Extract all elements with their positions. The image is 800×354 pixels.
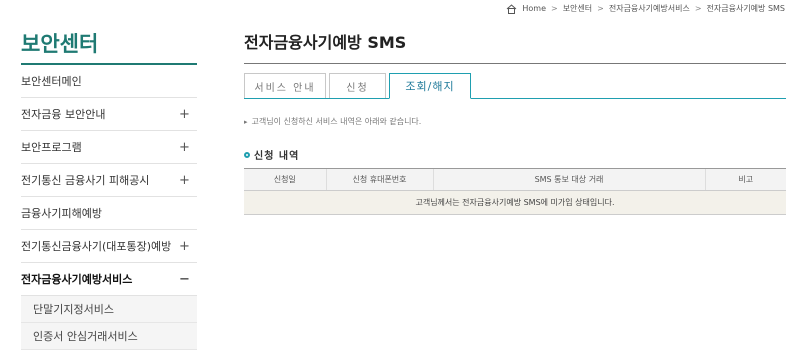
expand-icon[interactable]: + <box>179 239 190 254</box>
sidebar-submenu: 단말기지정서비스 인증서 안심거래서비스 <box>21 296 197 350</box>
application-table: 신청일 신청 휴대폰번호 SMS 통보 대상 거래 비고 고객님께서는 전자금융… <box>244 168 786 215</box>
tab-inquiry-cancel[interactable]: 조회/해지 <box>389 73 471 99</box>
breadcrumb-item-security-center[interactable]: 보안센터 <box>563 3 592 14</box>
column-header-note: 비고 <box>704 168 786 191</box>
sidebar-item-label: 전기통신 금융사기 피해공시 <box>21 174 150 187</box>
table-header-row: 신청일 신청 휴대폰번호 SMS 통보 대상 거래 비고 <box>244 168 786 191</box>
sidebar-item-label: 보안센터메인 <box>21 75 82 88</box>
sidebar-subitem-device-designation[interactable]: 단말기지정서비스 <box>21 296 197 323</box>
section-title-text: 신청 내역 <box>254 151 300 162</box>
sidebar-item-label: 보안프로그램 <box>21 141 82 154</box>
expand-icon[interactable]: + <box>179 140 190 155</box>
sidebar-item-fraud-disclosure[interactable]: 전기통신 금융사기 피해공시 + <box>21 164 197 197</box>
bullet-icon: ▸ <box>244 117 248 126</box>
expand-icon[interactable]: + <box>179 173 190 188</box>
breadcrumb-separator: > <box>550 4 558 13</box>
sidebar-item-label: 전자금융 보안안내 <box>21 108 106 121</box>
sidebar-item-fraud-prevention[interactable]: 금융사기피해예방 <box>21 197 197 230</box>
sidebar-item-security-center-main[interactable]: 보안센터메인 <box>21 65 197 98</box>
description: ▸ 고객님이 신청하신 서비스 내역은 아래와 같습니다. <box>244 116 786 127</box>
breadcrumb: Home > 보안센터 > 전자금융사기예방서비스 > 전자금융사기예방 SMS <box>506 3 785 14</box>
sidebar-item-e-finance-guide[interactable]: 전자금융 보안안내 + <box>21 98 197 131</box>
page-title: 전자금융사기예방 SMS <box>244 33 407 52</box>
home-icon[interactable] <box>506 3 517 14</box>
section-title: 신청 내역 <box>244 147 786 162</box>
breadcrumb-separator: > <box>597 4 604 13</box>
breadcrumb-separator: > <box>694 4 702 13</box>
breadcrumb-home[interactable]: Home <box>522 4 546 13</box>
breadcrumb-item-prevention-service[interactable]: 전자금융사기예방서비스 <box>609 3 690 14</box>
circle-bullet-icon <box>244 151 250 158</box>
description-text: 고객님이 신청하신 서비스 내역은 아래와 같습니다. <box>251 117 422 126</box>
sidebar-title: 보안센터 <box>21 32 99 56</box>
tab-service-guide[interactable]: 서비스 안내 <box>244 73 326 98</box>
table-row: 고객님께서는 전자금융사기예방 SMS에 미가입 상태입니다. <box>244 190 786 215</box>
sidebar-item-prevention-service[interactable]: 전자금융사기예방서비스 − <box>21 263 197 296</box>
sidebar-menu: 보안센터메인 전자금융 보안안내 + 보안프로그램 + 전기통신 금융사기 피해… <box>21 65 197 296</box>
sidebar-item-label: 전자금융사기예방서비스 <box>21 273 133 286</box>
breadcrumb-item-current: 전자금융사기예방 SMS <box>706 4 785 13</box>
sidebar-item-label: 전기통신금융사기(대포통장)예방 <box>21 240 172 253</box>
column-header-phone: 신청 휴대폰번호 <box>325 168 433 191</box>
column-header-sms-target: SMS 통보 대상 거래 <box>432 168 705 191</box>
sidebar-item-label: 금융사기피해예방 <box>21 207 102 220</box>
title-divider <box>244 63 786 64</box>
expand-icon[interactable]: + <box>179 107 190 122</box>
sidebar-item-account-fraud-prevention[interactable]: 전기통신금융사기(대포통장)예방 + <box>21 230 197 263</box>
main-content: 전자금융사기예방 SMS 서비스 안내 신청 조회/해지 ▸ 고객님이 신청하신… <box>244 30 786 215</box>
sidebar: 보안센터 보안센터메인 전자금융 보안안내 + 보안프로그램 + 전기통신 금융… <box>21 30 197 350</box>
tab-apply[interactable]: 신청 <box>329 73 386 98</box>
sidebar-subitem-certificate-safe-transaction[interactable]: 인증서 안심거래서비스 <box>21 323 197 350</box>
tab-bar: 서비스 안내 신청 조회/해지 <box>244 73 786 99</box>
sidebar-item-security-program[interactable]: 보안프로그램 + <box>21 131 197 164</box>
empty-message: 고객님께서는 전자금융사기예방 SMS에 미가입 상태입니다. <box>244 190 786 215</box>
column-header-date: 신청일 <box>244 168 326 191</box>
collapse-icon[interactable]: − <box>179 272 190 287</box>
